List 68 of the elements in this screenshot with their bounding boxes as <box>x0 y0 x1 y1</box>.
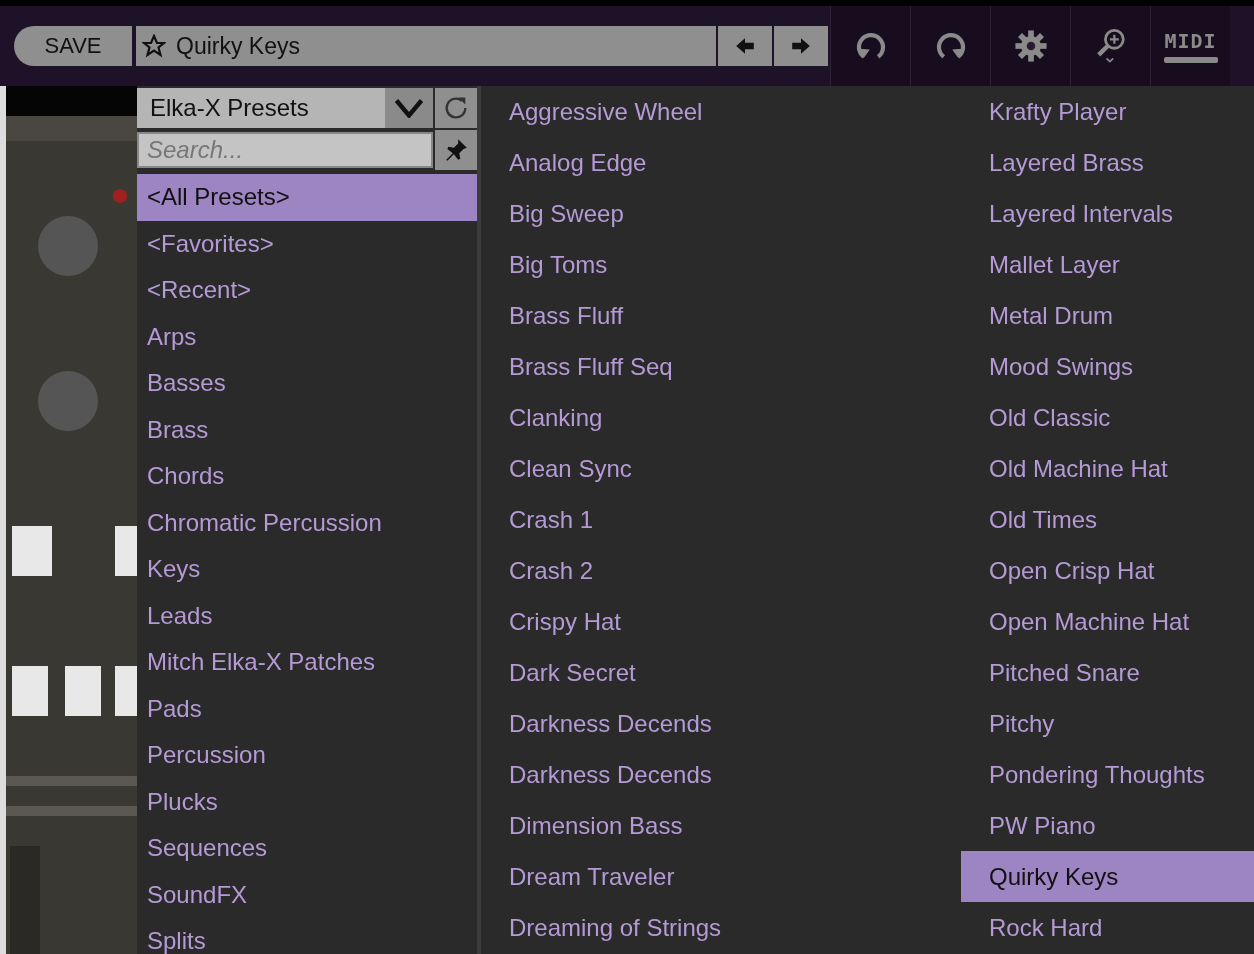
previous-button[interactable] <box>718 26 772 66</box>
bank-dropdown[interactable]: Elka-X Presets <box>137 88 433 128</box>
category-item[interactable]: <Recent> <box>137 267 477 314</box>
category-item[interactable]: Arps <box>137 313 477 360</box>
preset-item[interactable]: Crash 2 <box>481 545 961 596</box>
preset-item[interactable]: Old Times <box>961 494 1254 545</box>
zoom-button[interactable] <box>1070 6 1150 86</box>
preset-item[interactable]: Pondering Thoughts <box>961 749 1254 800</box>
preset-name-field[interactable]: Quirky Keys <box>136 26 716 66</box>
preset-item[interactable]: Layered Brass <box>961 137 1254 188</box>
category-item[interactable]: Basses <box>137 360 477 407</box>
category-item[interactable]: Plucks <box>137 778 477 825</box>
caret-icon <box>394 98 424 118</box>
preset-item[interactable]: Mallet Layer <box>961 239 1254 290</box>
preset-item[interactable]: Darkness Decends <box>481 698 961 749</box>
category-item[interactable]: <Favorites> <box>137 220 477 267</box>
category-item[interactable]: Mitch Elka-X Patches <box>137 639 477 686</box>
preset-item[interactable]: Dimension Bass <box>481 800 961 851</box>
preset-item[interactable]: Clean Sync <box>481 443 961 494</box>
preset-item[interactable]: Open Crisp Hat <box>961 545 1254 596</box>
preset-item[interactable]: Crash 1 <box>481 494 961 545</box>
preset-item[interactable]: Pitched Snare <box>961 647 1254 698</box>
preset-item[interactable]: Big Toms <box>481 239 961 290</box>
category-item[interactable]: Chromatic Percussion <box>137 499 477 546</box>
settings-icon <box>1013 29 1048 63</box>
category-item[interactable]: Percussion <box>137 732 477 779</box>
settings-button[interactable] <box>990 6 1070 86</box>
preset-item[interactable]: Pitchy <box>961 698 1254 749</box>
category-item[interactable]: Pads <box>137 685 477 732</box>
redo-button[interactable] <box>910 6 990 86</box>
category-item[interactable]: Leads <box>137 592 477 639</box>
preset-item[interactable]: Brass Fluff <box>481 290 961 341</box>
preset-item[interactable]: Metal Drum <box>961 290 1254 341</box>
preset-item[interactable]: Brass Fluff Seq <box>481 341 961 392</box>
refresh-button[interactable] <box>435 88 477 128</box>
preset-item[interactable]: Layered Intervals <box>961 188 1254 239</box>
preset-item[interactable]: Big Sweep <box>481 188 961 239</box>
star-icon[interactable] <box>142 34 166 58</box>
preset-item[interactable]: Old Classic <box>961 392 1254 443</box>
preset-item[interactable]: Rock Hard <box>961 902 1254 953</box>
preset-item[interactable]: Analog Edge <box>481 137 961 188</box>
category-item[interactable]: <All Presets> <box>137 174 477 221</box>
preset-item[interactable]: Old Machine Hat <box>961 443 1254 494</box>
preset-item[interactable]: Clanking <box>481 392 961 443</box>
preset-item[interactable]: PW Piano <box>961 800 1254 851</box>
midi-button[interactable]: MIDI <box>1150 6 1230 86</box>
next-button[interactable] <box>774 26 828 66</box>
preset-item[interactable]: Dreaming of Strings <box>481 902 961 953</box>
preset-name: Quirky Keys <box>176 32 300 60</box>
preset-item[interactable]: Aggressive Wheel <box>481 86 961 137</box>
undo-button[interactable] <box>830 6 910 86</box>
pin-button[interactable] <box>435 130 477 170</box>
preset-item[interactable]: Quirky Keys <box>961 851 1254 902</box>
preset-item[interactable]: Mood Swings <box>961 341 1254 392</box>
search-field[interactable]: Search... <box>137 132 433 168</box>
category-item[interactable]: Splits <box>137 918 477 954</box>
preset-item[interactable]: Dream Traveler <box>481 851 961 902</box>
category-item[interactable]: SoundFX <box>137 871 477 918</box>
preset-item[interactable]: Krafty Player <box>961 86 1254 137</box>
category-item[interactable]: Brass <box>137 406 477 453</box>
category-item[interactable]: Keys <box>137 546 477 593</box>
preset-item[interactable]: Crispy Hat <box>481 596 961 647</box>
category-item[interactable]: Chords <box>137 453 477 500</box>
category-item[interactable]: Sequences <box>137 825 477 872</box>
save-button[interactable]: SAVE <box>14 26 132 66</box>
preset-item[interactable]: Dark Secret <box>481 647 961 698</box>
preset-item[interactable]: Darkness Decends <box>481 749 961 800</box>
preset-item[interactable]: Open Machine Hat <box>961 596 1254 647</box>
